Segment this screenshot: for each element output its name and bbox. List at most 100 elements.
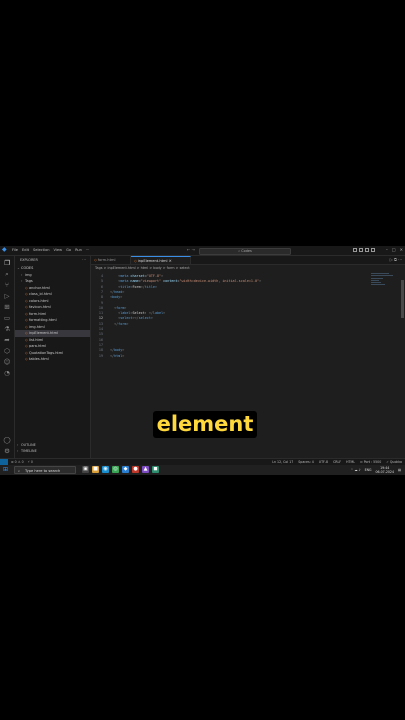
code-token: < [110,279,121,284]
editor-tabs: ◇form.html ◇inpElement.html ✕ ▷ ⧉ ··· [91,256,405,265]
code-token: select [138,316,151,321]
vscode-app-icon[interactable]: ◆ [122,466,129,473]
code-text: <body> [110,295,122,300]
live-share-icon[interactable]: ➦ [3,336,11,344]
minimize-icon[interactable]: – [386,247,388,253]
close-icon[interactable]: ✕ [400,247,403,253]
code-token: body [112,295,121,300]
more-actions-icon[interactable]: ··· [82,257,86,262]
outline-section[interactable]: › OUTLINE [15,443,90,448]
remote-explorer-icon[interactable]: ▭ [3,314,11,322]
html-file-icon: ◇ [134,259,137,263]
clock[interactable]: 19:44 06-07-2024 [375,465,394,475]
tab-form-html[interactable]: ◇form.html [91,256,131,264]
tray-icons[interactable]: ⌃ ☁ ♪ [351,465,361,475]
taskbar-search-input[interactable]: ⌕ Type here to search [14,466,76,474]
tree-item-label: form.html [29,311,47,316]
timer-icon[interactable]: ◔ [3,369,11,377]
code-token: < [110,274,121,278]
tree-item-label: inpElement.html [29,331,58,335]
video-caption: element [153,411,257,438]
explorer-icon[interactable]: ❐ [3,259,11,267]
code-token: > [124,305,127,310]
menu-item[interactable]: Edit [22,247,29,253]
tab-inpelement-html[interactable]: ◇inpElement.html ✕ [131,256,191,264]
language-indicator[interactable]: ENG [365,465,372,475]
windows-start-icon[interactable]: ⊞ [3,467,9,473]
search-icon[interactable]: ⌕ [3,270,11,278]
code-token: > [122,348,125,353]
tree-item-label: para.html [29,344,47,348]
code-token: select [120,316,133,321]
search-icon: ⌕ [18,469,21,473]
timeline-section[interactable]: › TIMELINE [15,449,90,454]
code-token: > [154,284,158,289]
toggle-secondary-sidebar-icon[interactable] [365,247,369,252]
code-token: "width=device-width, initial-scale=1.0" [179,279,260,284]
code-text: </html> [110,354,124,359]
menu-item[interactable]: Run [75,247,82,253]
tree-item-label: tables.html [29,357,49,361]
menu-item[interactable]: Selection [33,247,50,253]
folder-app-icon[interactable]: ■ [92,466,99,473]
task-view-app-icon[interactable]: ▣ [82,466,89,473]
app-app-icon[interactable]: ▲ [142,466,149,473]
vertical-scrollbar[interactable] [401,280,404,318]
menu-item[interactable]: File [12,247,18,253]
toggle-panel-icon[interactable] [359,247,363,252]
editor-actions-icon[interactable]: ▷ ⧉ ··· [390,256,402,264]
run-debug-icon[interactable]: ▷ [3,292,11,300]
menu-item[interactable]: Go [66,247,71,253]
tree-item-label: list.html [29,337,44,342]
minimap[interactable] [371,272,395,292]
timeline-label: TIMELINE [21,449,37,453]
menu-item[interactable]: ··· [86,247,89,253]
nav-arrows[interactable]: ← → [187,247,195,253]
edge-app-icon[interactable]: ◉ [102,466,109,473]
breadcrumb[interactable]: Tags > inpElement.html > html > body > f… [95,266,190,270]
code-token: Select: [132,311,149,316]
menu-item[interactable]: View [54,247,63,253]
tree-item-label: img.html [29,324,45,329]
maximize-icon[interactable]: □ [392,247,396,253]
code-token: "UTF-8" [146,274,162,278]
code-token: Form [132,284,141,289]
source-control-icon[interactable]: ⑂ [3,281,11,289]
vscode-logo-icon: ◆ [2,246,7,253]
screen-recording: ◆ File Edit Selection View Go Run ··· ← → ⌕ Co… [0,246,405,475]
windows-taskbar: ⊞ ⌕ Type here to search ▣ ■ ◉ ◎ ◆ ● ▲ ◼ ⌃ ☁ ♪ EN… [0,465,405,475]
code-token: </ [110,321,119,326]
app-app-icon[interactable]: ◼ [152,466,159,473]
tree-file[interactable]: ◇tables.html [15,356,90,363]
tree-item-label: favicon.html [29,305,51,309]
extensions-icon[interactable]: ⊞ [3,303,11,311]
code-token: title [120,284,131,289]
search-label: Codes [241,248,252,253]
extension-panel-icon[interactable]: ⬡ [3,347,11,355]
recorder-app-icon[interactable]: ● [132,466,139,473]
tree-item-label: img [25,272,32,277]
notifications-icon[interactable]: ▤ [398,465,401,475]
code-token: > [122,353,125,358]
customize-layout-icon[interactable] [371,247,375,252]
code-token: content [161,279,178,284]
tab-label: form.html [97,258,116,262]
tree-item-label: formatting.html [29,318,57,322]
code-text: </form> [110,322,128,327]
chrome-app-icon[interactable]: ◎ [112,466,119,473]
close-tab-icon[interactable]: ✕ [169,259,172,263]
tree-item-label: QuotationTags.html [29,350,64,355]
tab-label: inpElement.html [137,259,168,263]
code-token: label [152,311,164,316]
code-token: > [259,279,262,284]
testing-icon[interactable]: ⚗ [3,325,11,333]
copilot-icon[interactable]: ☺ [3,358,11,366]
toggle-sidebar-icon[interactable] [353,247,357,252]
settings-gear-icon[interactable]: ⚙ [3,447,11,455]
menu-bar: File Edit Selection View Go Run ··· [12,247,89,253]
code-token: > [120,295,123,300]
title-bar: ◆ File Edit Selection View Go Run ··· ← → ⌕ Co… [0,246,405,256]
account-icon[interactable]: ◯ [3,436,11,444]
code-token: charset [128,274,145,278]
command-center-search[interactable]: ⌕ Codes [199,247,291,255]
